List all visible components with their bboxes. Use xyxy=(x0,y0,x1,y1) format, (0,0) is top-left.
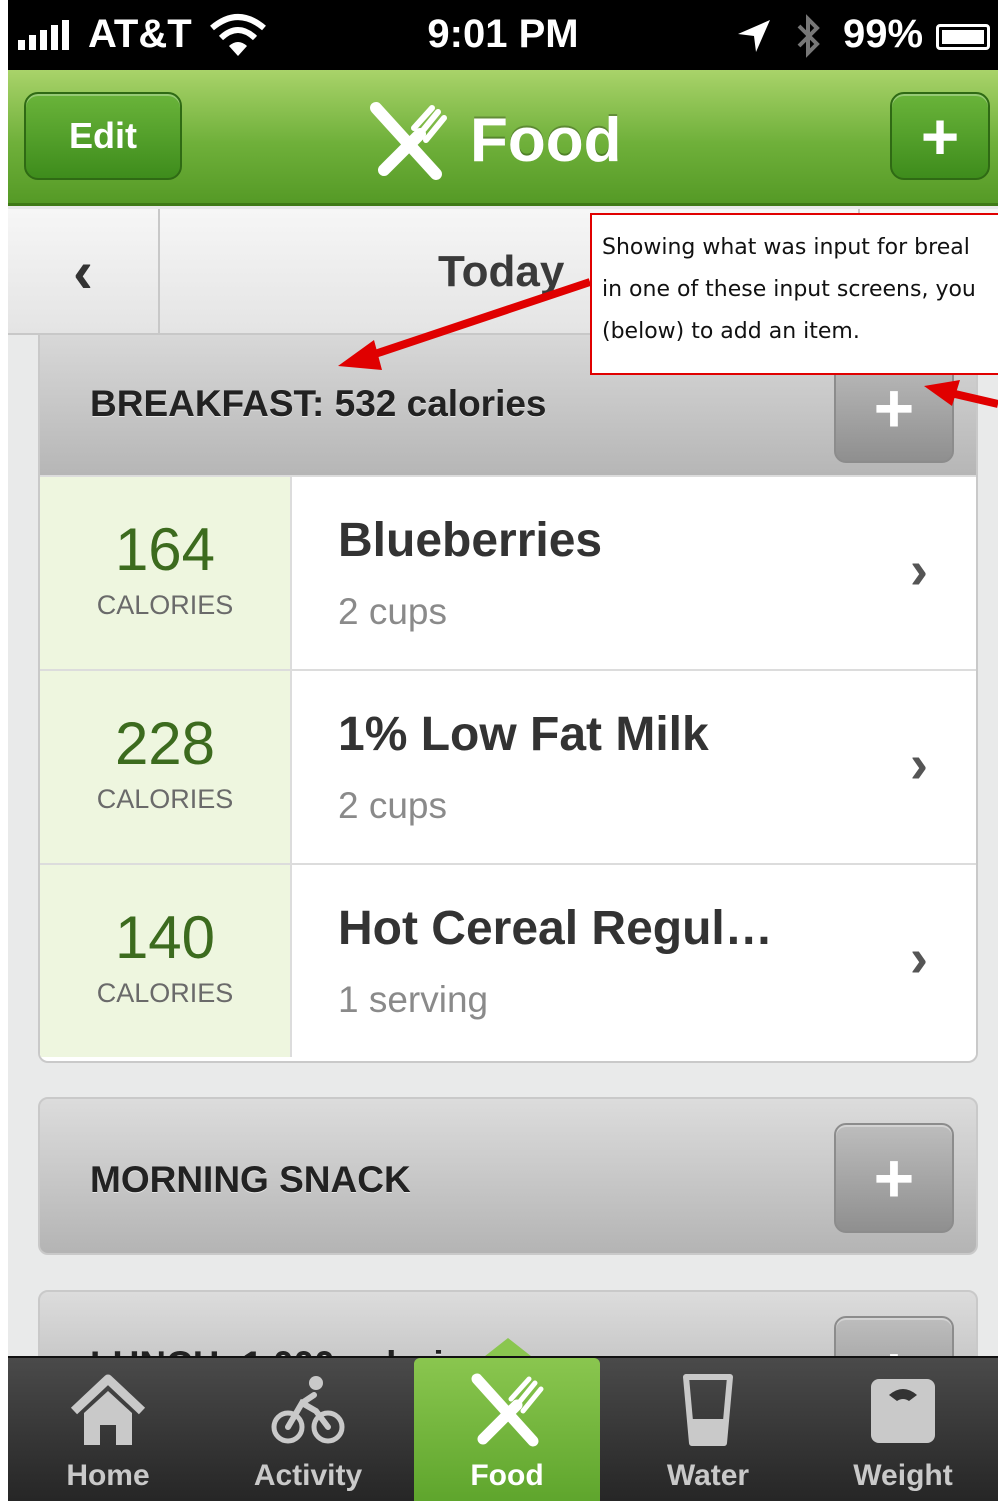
calorie-count: 228 xyxy=(114,710,216,777)
food-quantity: 2 cups xyxy=(338,591,448,632)
add-morning-snack-button[interactable]: + xyxy=(834,1123,954,1233)
battery-icon xyxy=(936,24,990,50)
calorie-label: CALORIES xyxy=(96,978,234,1008)
calorie-count: 140 xyxy=(114,904,216,971)
tab-label: Home xyxy=(66,1459,150,1492)
annotation-line: Showing what was input for breal xyxy=(602,235,970,260)
food-item[interactable]: 140 CALORIES Hot Cereal Regul… 1 serving… xyxy=(40,863,976,1057)
tab-label: Water xyxy=(666,1459,750,1492)
annotation-line: in one of these input screens, you xyxy=(602,277,976,302)
nav-bar: Edit Food + xyxy=(8,70,998,206)
breakfast-title: BREAKFAST: 532 calories xyxy=(90,383,547,424)
annotation-line: (below) to add an item. xyxy=(602,319,860,344)
chevron-right-icon: › xyxy=(910,928,928,988)
add-food-button[interactable]: + xyxy=(890,92,990,180)
tab-label: Activity xyxy=(253,1459,363,1492)
status-bar: AT&T 9:01 PM 99% xyxy=(8,0,998,70)
tab-activity[interactable]: Activity xyxy=(208,1358,408,1501)
food-quantity: 2 cups xyxy=(338,785,448,826)
location-arrow-icon xyxy=(738,20,770,52)
tab-weight[interactable]: Weight xyxy=(808,1358,998,1501)
tab-label: Food xyxy=(470,1459,544,1492)
tab-bar: Home Activity Food Water Weight xyxy=(8,1356,998,1501)
breakfast-section: BREAKFAST: 532 calories + 164 CALORIES B… xyxy=(38,335,978,1063)
scale-icon xyxy=(871,1379,935,1443)
calorie-count: 164 xyxy=(114,516,216,583)
tab-label: Weight xyxy=(853,1459,953,1492)
tab-water[interactable]: Water xyxy=(608,1358,808,1501)
calorie-box: 140 CALORIES xyxy=(40,865,292,1057)
home-icon xyxy=(70,1374,146,1445)
calorie-label: CALORIES xyxy=(96,784,234,814)
bluetooth-icon xyxy=(797,14,820,58)
chevron-right-icon: › xyxy=(910,540,928,600)
morning-snack-title: MORNING SNACK xyxy=(90,1159,411,1200)
previous-day-button[interactable]: ‹ xyxy=(8,209,160,333)
calorie-label: CALORIES xyxy=(96,590,234,620)
food-item[interactable]: 164 CALORIES Blueberries 2 cups › xyxy=(40,475,976,669)
food-name: 1% Low Fat Milk xyxy=(338,708,709,761)
glass-icon xyxy=(683,1374,733,1446)
edit-button[interactable]: Edit xyxy=(24,92,182,180)
food-name: Hot Cereal Regul… xyxy=(338,902,773,955)
page-title: Food xyxy=(368,90,622,190)
fork-knife-icon xyxy=(370,102,447,180)
calorie-box: 228 CALORIES xyxy=(40,671,292,863)
battery-percent: 99% xyxy=(843,12,924,56)
page-title-text: Food xyxy=(470,105,622,175)
morning-snack-header: MORNING SNACK + xyxy=(40,1099,976,1253)
fork-knife-icon xyxy=(471,1373,544,1447)
chevron-right-icon: › xyxy=(910,734,928,794)
food-name: Blueberries xyxy=(338,514,603,567)
date-label: Today xyxy=(438,247,565,296)
tab-food[interactable]: Food xyxy=(414,1358,600,1501)
tab-home[interactable]: Home xyxy=(8,1358,208,1501)
morning-snack-section: MORNING SNACK + xyxy=(38,1097,978,1255)
bicycle-icon xyxy=(271,1376,345,1444)
annotation-callout: Showing what was input for breal in one … xyxy=(590,213,998,375)
food-quantity: 1 serving xyxy=(338,979,489,1020)
food-item[interactable]: 228 CALORIES 1% Low Fat Milk 2 cups › xyxy=(40,669,976,863)
calorie-box: 164 CALORIES xyxy=(40,477,292,669)
